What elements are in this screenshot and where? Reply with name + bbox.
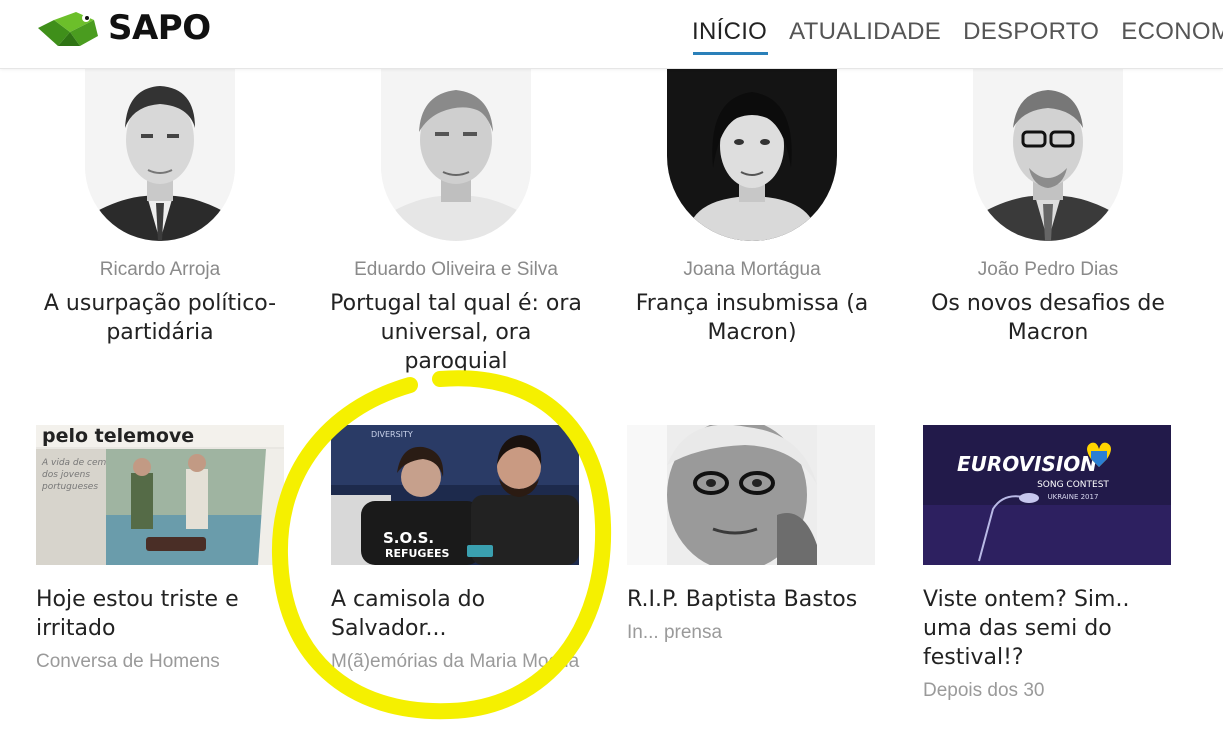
- card-title[interactable]: A camisola do Salvador...: [331, 585, 581, 643]
- card-thumbnail[interactable]: EUROVISION SONG CONTEST UKRAINE 2017: [923, 425, 1171, 565]
- card-title[interactable]: R.I.P. Baptista Bastos: [627, 585, 877, 614]
- author-portrait[interactable]: [667, 68, 837, 241]
- card-title[interactable]: Hoje estou triste e irritado: [36, 585, 286, 643]
- author-name[interactable]: Ricardo Arroja: [30, 259, 290, 281]
- nav-economia[interactable]: ECONOMI: [1121, 18, 1223, 46]
- card-source[interactable]: M(ã)emórias da Maria Mocha: [331, 649, 581, 674]
- top-header: SAPO INÍCIO ATUALIDADE DESPORTO ECONOMI: [0, 0, 1223, 69]
- article-title[interactable]: Os novos desafios de Macron: [918, 289, 1178, 347]
- thumb-subtitle: SONG CONTEST: [1037, 480, 1109, 490]
- thumb-banner: DIVERSITY: [371, 430, 413, 439]
- article-title[interactable]: Portugal tal qual é: ora universal, ora …: [326, 289, 586, 376]
- nav-atualidade[interactable]: ATUALIDADE: [789, 18, 941, 46]
- author-name[interactable]: Joana Mortágua: [622, 259, 882, 281]
- nav-inicio[interactable]: INÍCIO: [692, 18, 767, 46]
- author-name[interactable]: Eduardo Oliveira e Silva: [326, 259, 586, 281]
- eurovision-wordmark: EUROVISION: [957, 452, 1097, 476]
- thumb-shirt-text: REFUGEES: [385, 547, 449, 560]
- card-thumbnail[interactable]: DIVERSITY S.O.S. REFUGEES: [331, 425, 579, 565]
- card-thumbnail[interactable]: pelo telemove A vida de cem dos jovens p…: [36, 425, 284, 565]
- chameleon-logo-icon: [38, 12, 98, 46]
- thumb-caption: portugueses: [41, 482, 98, 492]
- nav-desporto[interactable]: DESPORTO: [963, 18, 1099, 46]
- blog-card[interactable]: pelo telemove A vida de cem dos jovens p…: [36, 425, 286, 674]
- active-nav-indicator: [693, 52, 768, 55]
- opinion-item[interactable]: Ricardo Arroja A usurpação político-part…: [30, 68, 290, 347]
- opinion-item[interactable]: João Pedro Dias Os novos desafios de Mac…: [918, 68, 1178, 347]
- card-title[interactable]: Viste ontem? Sim.. uma das semi do festi…: [923, 585, 1173, 672]
- logo-text: SAPO: [108, 8, 211, 48]
- thumb-headline: pelo telemove: [42, 425, 194, 447]
- author-portrait[interactable]: [85, 68, 235, 241]
- thumb-shirt-text: S.O.S.: [383, 529, 434, 547]
- sapo-logo[interactable]: SAPO: [36, 6, 211, 50]
- author-portrait[interactable]: [381, 68, 531, 241]
- blog-card[interactable]: R.I.P. Baptista Bastos In... prensa: [627, 425, 877, 645]
- blog-card[interactable]: DIVERSITY S.O.S. REFUGEES A camisola do …: [331, 425, 581, 674]
- article-title[interactable]: França insubmissa (a Macron): [622, 289, 882, 347]
- thumb-caption: A vida de cem: [41, 458, 107, 468]
- thumb-caption: dos jovens: [42, 470, 90, 480]
- card-thumbnail[interactable]: [627, 425, 875, 565]
- article-title[interactable]: A usurpação político-partidária: [30, 289, 290, 347]
- opinion-item[interactable]: Joana Mortágua França insubmissa (a Macr…: [622, 68, 882, 347]
- card-source[interactable]: Conversa de Homens: [36, 649, 286, 674]
- card-source[interactable]: Depois dos 30: [923, 678, 1173, 703]
- author-portrait[interactable]: [973, 68, 1123, 241]
- author-name[interactable]: João Pedro Dias: [918, 259, 1178, 281]
- opinion-item[interactable]: Eduardo Oliveira e Silva Portugal tal qu…: [326, 68, 586, 376]
- main-nav: INÍCIO ATUALIDADE DESPORTO ECONOMI: [692, 18, 1223, 46]
- blog-card[interactable]: EUROVISION SONG CONTEST UKRAINE 2017 Vis…: [923, 425, 1173, 703]
- thumb-subtitle: UKRAINE 2017: [1048, 493, 1099, 501]
- card-source[interactable]: In... prensa: [627, 620, 877, 645]
